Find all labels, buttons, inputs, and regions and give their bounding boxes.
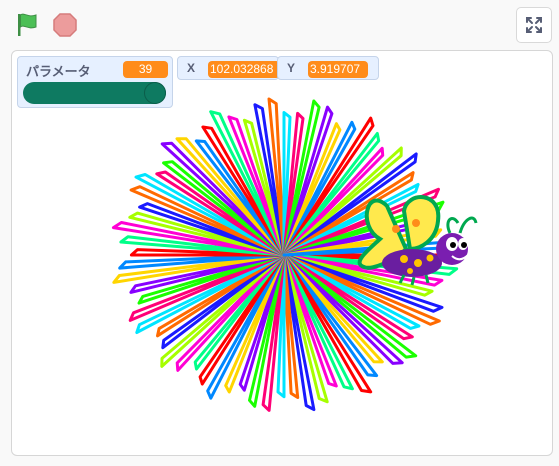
stage-toolbar — [0, 0, 559, 48]
parameter-value: 39 — [123, 61, 168, 78]
butterfly-sprite[interactable] — [12, 51, 553, 456]
stop-icon — [53, 13, 77, 37]
parameter-slider[interactable] — [23, 82, 166, 104]
parameter-label: パラメータ — [26, 64, 91, 79]
y-label: Y — [287, 61, 296, 75]
x-value: 102.032868 — [208, 61, 280, 78]
stop-button[interactable] — [50, 10, 80, 40]
parameter-slider-monitor: パラメータ 39 — [17, 56, 173, 108]
green-flag-button[interactable] — [12, 10, 42, 40]
fullscreen-button[interactable] — [516, 7, 552, 43]
y-monitor: Y 3.919707 — [277, 56, 379, 80]
x-monitor: X 102.032868 — [177, 56, 280, 80]
green-flag-icon — [18, 13, 37, 36]
stage-canvas[interactable] — [11, 50, 553, 456]
fullscreen-icon — [526, 17, 542, 33]
y-value: 3.919707 — [308, 61, 368, 78]
x-label: X — [187, 61, 196, 75]
parameter-slider-handle[interactable] — [144, 82, 166, 104]
